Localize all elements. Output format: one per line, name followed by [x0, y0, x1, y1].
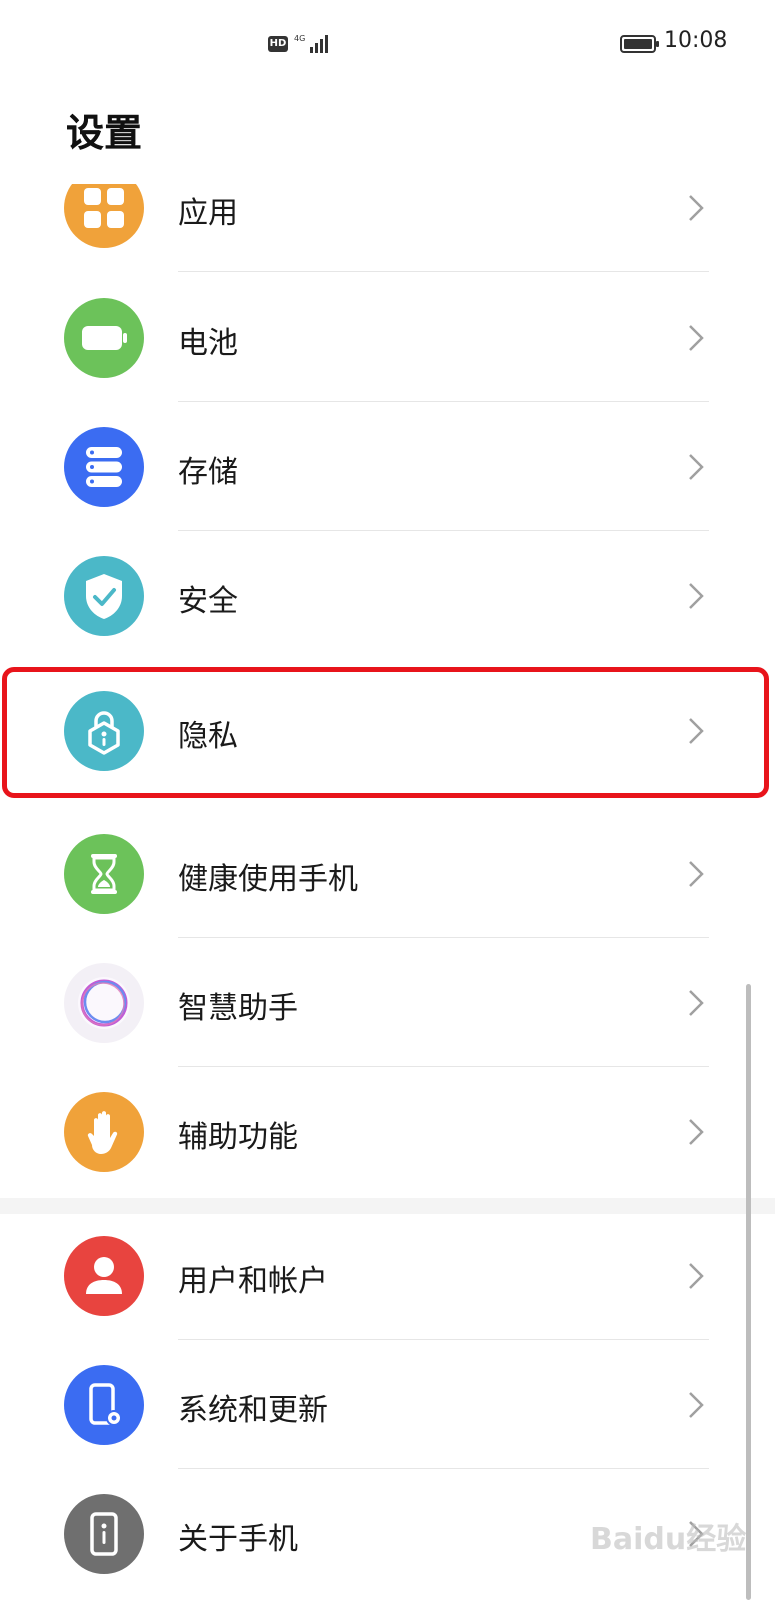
- settings-item-label: 系统和更新: [178, 1393, 328, 1428]
- settings-item-label: 用户和帐户: [178, 1264, 328, 1299]
- settings-item-battery[interactable]: 电池: [0, 274, 775, 402]
- settings-item-label: 辅助功能: [178, 1120, 298, 1155]
- chevron-right-icon: [689, 1392, 704, 1418]
- divider: [178, 1468, 709, 1469]
- chevron-right-icon: [689, 861, 704, 887]
- hd-voice-badge: HD: [268, 36, 288, 52]
- divider: [178, 530, 709, 531]
- storage-icon: [64, 427, 144, 507]
- user-icon: [64, 1236, 144, 1316]
- settings-item-security[interactable]: 安全: [0, 532, 775, 660]
- chevron-right-icon: [689, 583, 704, 609]
- watermark-text: Baidu经验: [590, 1522, 747, 1557]
- chevron-right-icon: [689, 1119, 704, 1145]
- battery-icon: [64, 298, 144, 378]
- status-time: 10:08: [664, 28, 728, 53]
- settings-screen: HD 4G 10:08 设置 应用 设置 电池 存储 安全 隐私 健康使用手机 …: [0, 0, 775, 1600]
- svg-text:4G: 4G: [294, 34, 305, 43]
- settings-item-digital-balance[interactable]: 健康使用手机: [0, 810, 775, 938]
- settings-item-smart-assistant[interactable]: 智慧助手: [0, 939, 775, 1067]
- settings-item-accessibility[interactable]: 辅助功能: [0, 1068, 775, 1196]
- settings-item-label: 电池: [178, 326, 238, 361]
- divider: [178, 1339, 709, 1340]
- settings-item-label: 关于手机: [178, 1522, 298, 1557]
- assistant-ring-icon: [64, 963, 144, 1043]
- page-title-overlay: 设置: [66, 111, 143, 155]
- hand-icon: [64, 1092, 144, 1172]
- shield-check-icon: [64, 556, 144, 636]
- status-bar: HD 4G 10:08: [0, 0, 775, 90]
- settings-item-storage[interactable]: 存储: [0, 403, 775, 531]
- settings-item-users-accounts[interactable]: 用户和帐户: [0, 1212, 775, 1340]
- signal-icon: 4G: [294, 34, 328, 53]
- settings-item-label: 应用: [178, 196, 238, 231]
- phone-gear-icon: [64, 1365, 144, 1445]
- phone-info-icon: [64, 1494, 144, 1574]
- divider: [178, 937, 709, 938]
- divider: [178, 401, 709, 402]
- hourglass-icon: [64, 834, 144, 914]
- settings-item-system-update[interactable]: 系统和更新: [0, 1341, 775, 1469]
- chevron-right-icon: [689, 1263, 704, 1289]
- settings-item-label: 智慧助手: [178, 991, 298, 1026]
- settings-item-label: 安全: [178, 584, 238, 619]
- chevron-right-icon: [689, 454, 704, 480]
- chevron-right-icon: [689, 990, 704, 1016]
- battery-status-icon: [620, 35, 659, 53]
- highlight-annotation: [2, 667, 769, 798]
- divider: [178, 1066, 709, 1067]
- chevron-right-icon: [689, 195, 704, 221]
- chevron-right-icon: [689, 325, 704, 351]
- settings-item-label: 健康使用手机: [178, 862, 358, 897]
- settings-item-label: 存储: [178, 455, 238, 490]
- divider: [178, 271, 709, 272]
- scrollbar[interactable]: [746, 984, 751, 1600]
